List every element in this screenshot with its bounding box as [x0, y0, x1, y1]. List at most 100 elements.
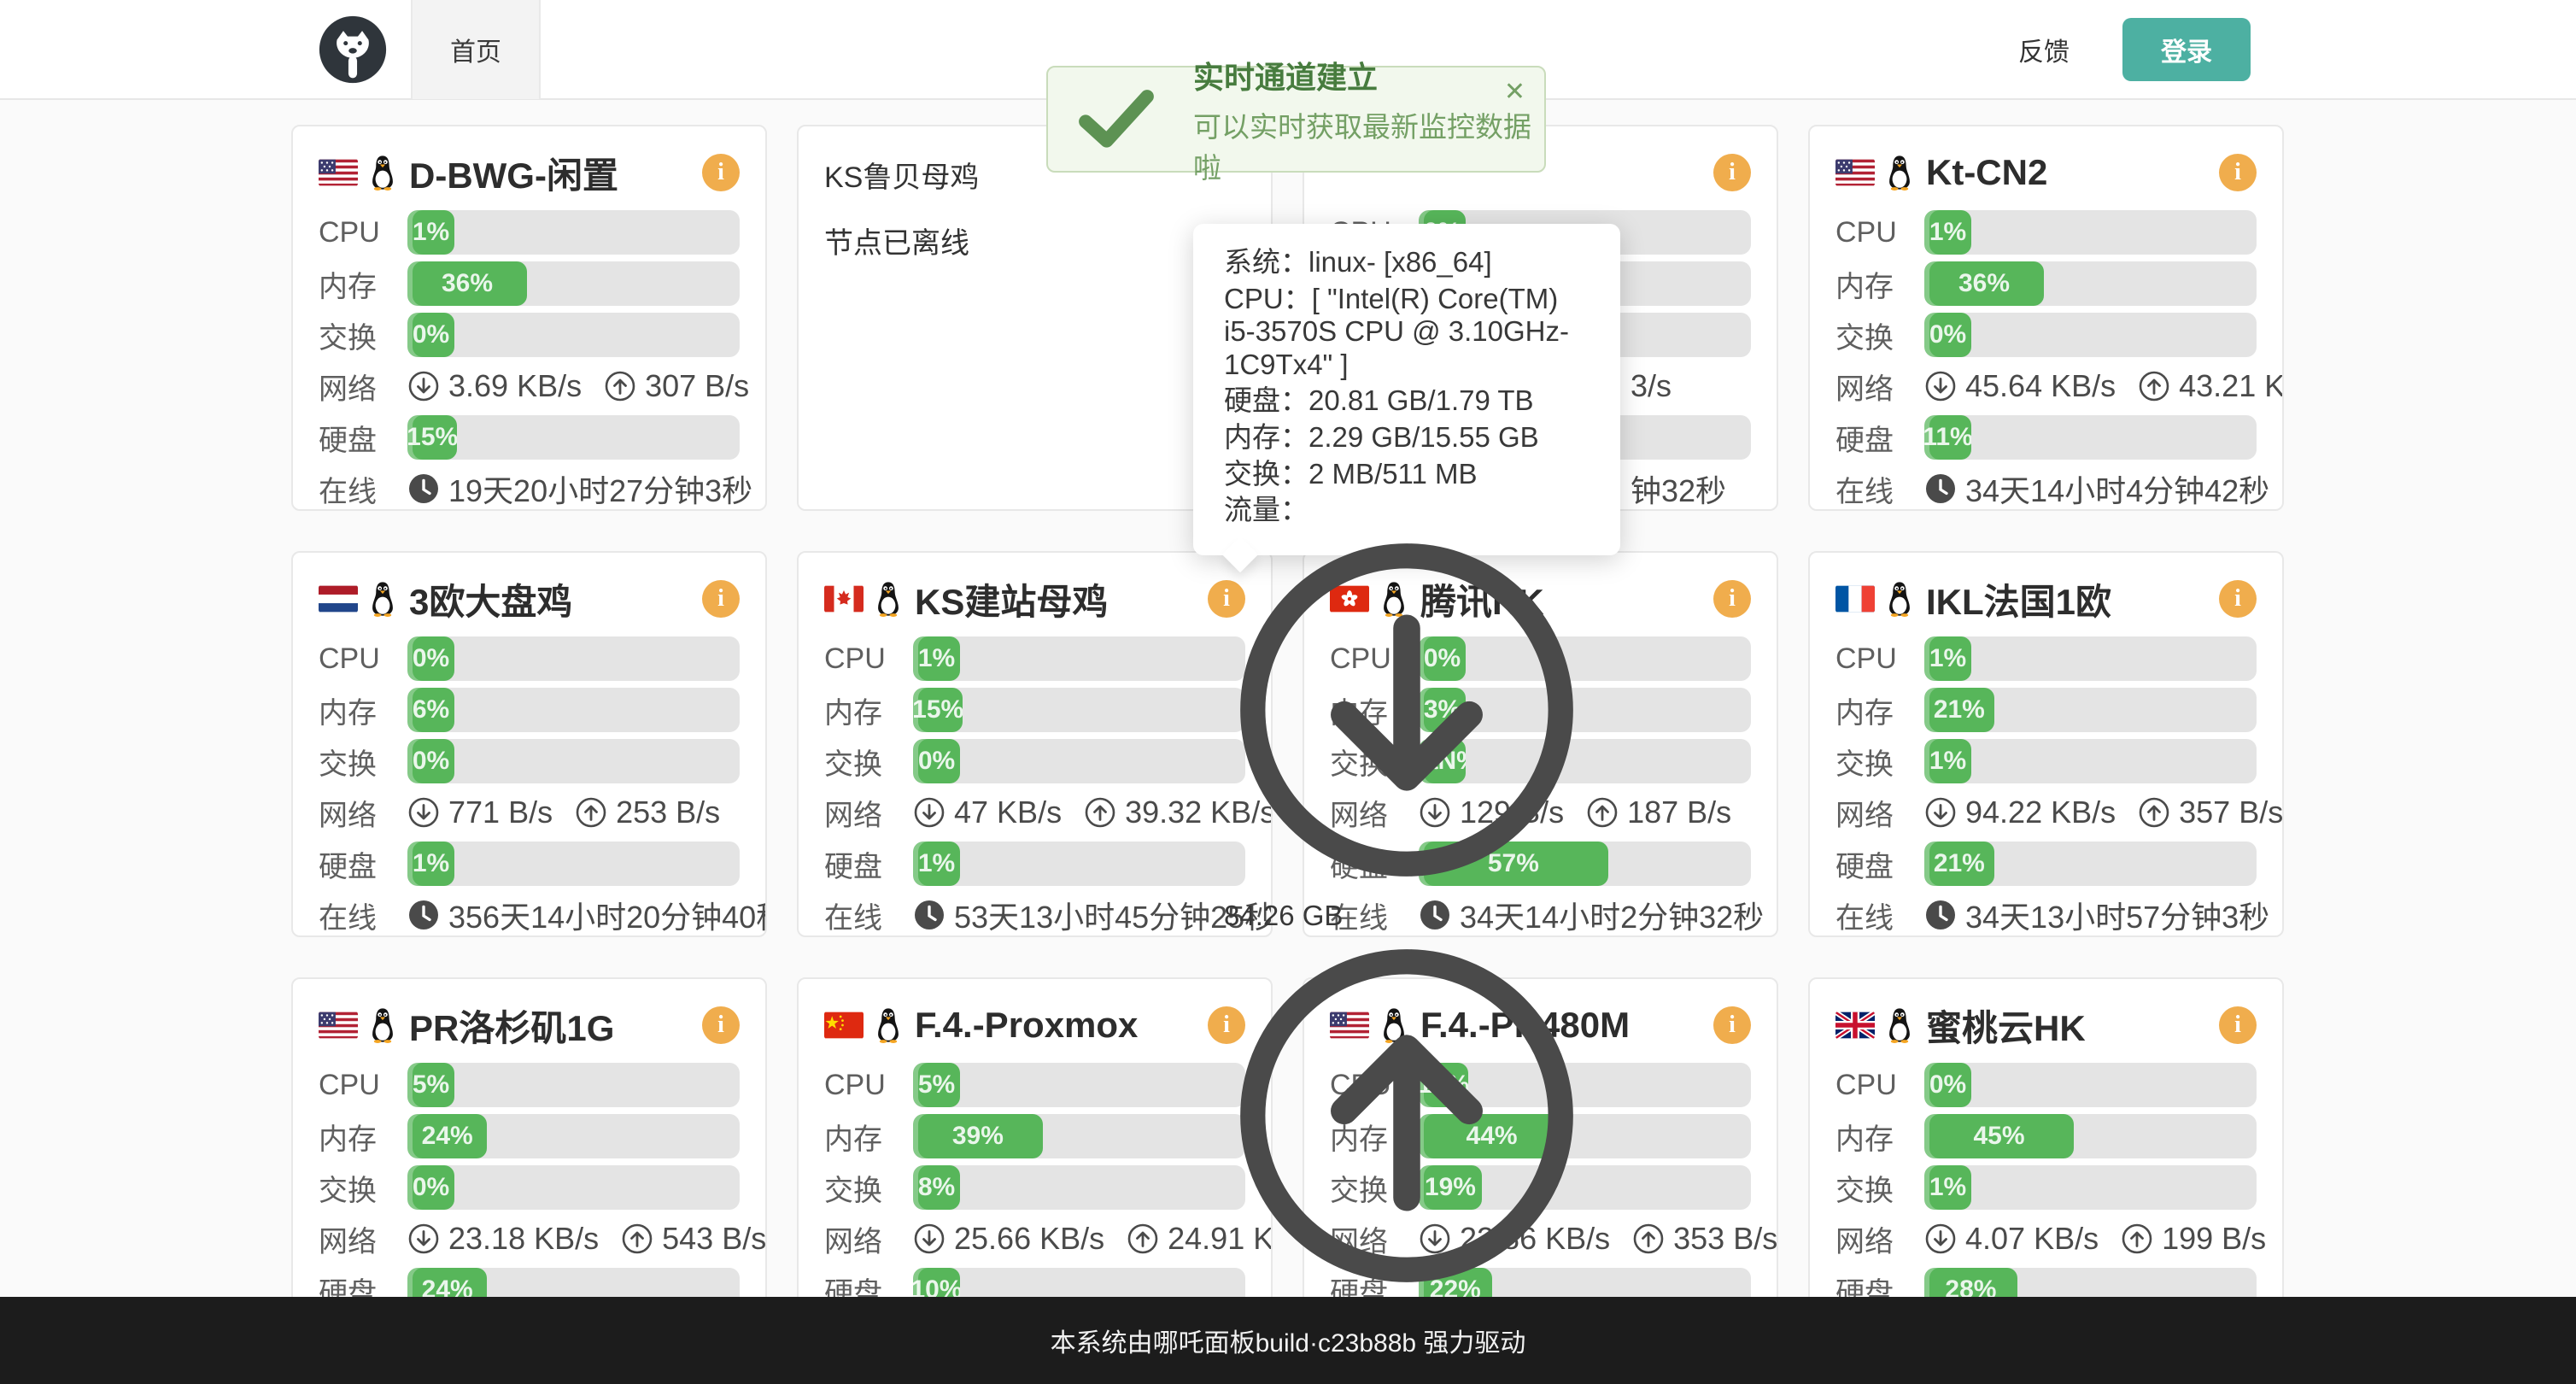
- tooltip-line: 硬盘：20.81 GB/1.79 TB: [1224, 384, 1590, 418]
- row-label: 网络: [824, 792, 913, 834]
- nav-link-feedback[interactable]: 反馈: [2018, 31, 2070, 68]
- memory-usage-value-chip: 6%: [407, 688, 454, 732]
- network-speeds: 23.18 KB/s543 B/s: [407, 1221, 766, 1257]
- linux-tux-icon: [874, 1007, 903, 1043]
- server-card-header: IKL法国1欧i: [1835, 572, 2257, 626]
- login-button[interactable]: 登录: [2122, 18, 2251, 81]
- swap-usage-bar: 0%: [407, 1165, 740, 1210]
- cpu-usage-bar: 0%: [1924, 1063, 2257, 1107]
- row-label: 交换: [1835, 741, 1924, 783]
- download-arrow-icon: [407, 1223, 440, 1255]
- server-info-icon[interactable]: i: [702, 154, 740, 191]
- row-label: 硬盘: [1835, 843, 1924, 885]
- cpu-usage-bar: 0%: [407, 636, 740, 681]
- row-label: 交换: [1835, 1167, 1924, 1209]
- memory-usage-value-chip: 39%: [913, 1114, 1043, 1158]
- network-speeds: 3.69 KB/s307 B/s: [407, 368, 749, 404]
- memory-usage-value-chip: 15%: [913, 688, 963, 732]
- server-info-icon[interactable]: i: [2219, 154, 2257, 191]
- network-speeds: 94.22 KB/s357 B/s: [1924, 795, 2283, 830]
- cpu-usage-value-chip: 5%: [407, 1063, 454, 1107]
- cpu-usage-bar: 5%: [913, 1063, 1245, 1107]
- disk-usage-row: 硬盘21%: [1835, 842, 2257, 886]
- memory-usage-row: 内存21%: [1835, 688, 2257, 732]
- row-label: 内存: [1835, 263, 1924, 305]
- cpu-usage-row: CPU1%: [1835, 636, 2257, 681]
- swap-usage-value-chip: 0%: [407, 1165, 454, 1210]
- cpu-usage-bar: 1%: [407, 210, 740, 255]
- network-speeds: 771 B/s 253 B/s: [407, 795, 720, 830]
- toast-close-icon[interactable]: ✕: [1504, 79, 1525, 105]
- swap-usage-row: 交换0%: [824, 739, 1245, 783]
- download-arrow-icon: [1224, 867, 1590, 899]
- upload-arrow-icon: [1084, 796, 1116, 829]
- server-info-icon[interactable]: i: [702, 1006, 740, 1044]
- server-card-header: KS建站母鸡i: [824, 572, 1245, 626]
- row-label: 交换: [824, 741, 913, 783]
- swap-usage-row: 交换8%: [824, 1165, 1245, 1210]
- server-card-header: PR洛杉矶1Gi: [319, 998, 740, 1053]
- server-name: 3欧大盘鸡: [409, 573, 702, 625]
- server-card: 3欧大盘鸡iCPU0%内存6%交换0%网络771 B/s253 B/s硬盘1%在…: [291, 551, 767, 937]
- server-card: Kt-CN2iCPU1%内存36%交换0%网络45.64 KB/s43.21 K…: [1808, 125, 2284, 511]
- online-duration-fragment: 钟32秒: [1630, 466, 1726, 511]
- disk-usage-row: 硬盘1%: [319, 842, 740, 886]
- row-label: 在线: [319, 894, 407, 936]
- download-speed: 771 B/s: [448, 795, 553, 830]
- download-speed: 4.07 KB/s: [1965, 1221, 2099, 1257]
- offline-status-text: 节点已离线: [824, 220, 1245, 261]
- server-info-icon[interactable]: i: [1713, 580, 1751, 618]
- upload-arrow-icon: [1632, 1223, 1665, 1255]
- swap-usage-bar: 1%: [1924, 739, 2257, 783]
- row-label: 硬盘: [824, 843, 913, 885]
- tooltip-label: 系统：: [1224, 246, 1308, 278]
- memory-usage-value-chip: 36%: [407, 261, 527, 306]
- row-label: 在线: [1835, 894, 1924, 936]
- swap-usage-row: 交换1%: [1835, 739, 2257, 783]
- cpu-usage-value-chip: 1%: [407, 210, 454, 255]
- disk-usage-value-chip: 21%: [1924, 842, 1994, 886]
- server-name: PR洛杉矶1G: [409, 1000, 702, 1052]
- cpu-usage-row: CPU0%: [1835, 1063, 2257, 1107]
- swap-usage-bar: 0%: [407, 739, 740, 783]
- download-arrow-icon: [913, 1223, 946, 1255]
- server-info-icon[interactable]: i: [702, 580, 740, 618]
- uptime-text: 19天20小时27分钟3秒: [448, 466, 752, 511]
- tooltip-value: linux- [x86_64]: [1308, 246, 1492, 278]
- tooltip-value: 20.81 GB/1.79 TB: [1308, 384, 1534, 416]
- upload-arrow-icon: [2138, 370, 2170, 402]
- server-card: IKL法国1欧iCPU1%内存21%交换1%网络94.22 KB/s357 B/…: [1808, 551, 2284, 937]
- network-speeds: 4.07 KB/s199 B/s: [1924, 1221, 2266, 1257]
- swap-usage-bar: 8%: [913, 1165, 1245, 1210]
- memory-usage-value-chip: 36%: [1924, 261, 2044, 306]
- row-label: 网络: [1835, 792, 1924, 834]
- memory-usage-bar: 45%: [1924, 1114, 2257, 1158]
- memory-usage-bar: 39%: [913, 1114, 1245, 1158]
- site-logo-cat-avatar[interactable]: [313, 10, 392, 89]
- server-info-icon[interactable]: i: [2219, 1006, 2257, 1044]
- disk-usage-value-chip: 15%: [407, 415, 457, 460]
- tooltip-label: CPU：: [1224, 283, 1312, 314]
- swap-usage-row: 交换0%: [319, 1165, 740, 1210]
- upload-speed: 187 B/s: [1627, 795, 1731, 830]
- traffic-down-value: 84.26 GB: [1224, 900, 1343, 931]
- row-label: 内存: [824, 689, 913, 731]
- memory-usage-row: 内存45%: [1835, 1114, 2257, 1158]
- row-label: 硬盘: [1835, 417, 1924, 459]
- upload-arrow-icon: [575, 796, 607, 829]
- upload-speed: 253 B/s: [616, 795, 720, 830]
- tooltip-value: 2 MB/511 MB: [1308, 458, 1477, 490]
- linux-tux-icon: [368, 155, 397, 191]
- disk-usage-value-chip: 1%: [407, 842, 454, 886]
- disk-usage-value-chip: 1%: [913, 842, 960, 886]
- server-info-icon[interactable]: i: [1713, 1006, 1751, 1044]
- nav-tab-home[interactable]: 首页: [411, 0, 541, 99]
- swap-usage-value-chip: 0%: [407, 313, 454, 357]
- server-info-icon[interactable]: i: [1713, 154, 1751, 191]
- cpu-usage-row: CPU5%: [824, 1063, 1245, 1107]
- disk-usage-row: 硬盘11%: [1835, 415, 2257, 460]
- tooltip-line: 系统：linux- [x86_64]: [1224, 246, 1590, 279]
- server-info-icon[interactable]: i: [2219, 580, 2257, 618]
- network-row: 网络94.22 KB/s357 B/s: [1835, 790, 2257, 835]
- footer-panel-link[interactable]: 哪吒面板: [1153, 1322, 1256, 1359]
